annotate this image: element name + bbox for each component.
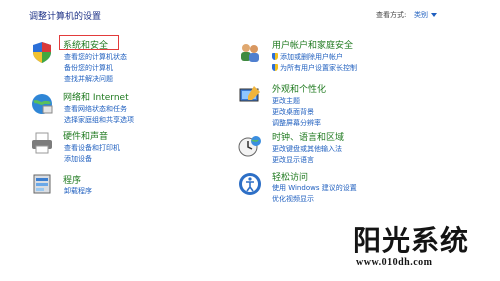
category-title-programs[interactable]: 程序	[63, 173, 81, 186]
uac-shield-icon	[272, 64, 278, 71]
category-title-appearance[interactable]: 外观和个性化	[272, 82, 326, 95]
link-find-fix-problems[interactable]: 查找并解决问题	[64, 74, 113, 84]
link-devices-printers[interactable]: 查看设备和打印机	[64, 143, 120, 153]
link-label[interactable]: 为所有用户设置家长控制	[280, 64, 357, 72]
printer-icon[interactable]	[30, 131, 54, 155]
category-title-clock[interactable]: 时钟、语言和区域	[272, 130, 344, 143]
link-change-theme[interactable]: 更改主题	[272, 96, 300, 106]
appearance-icon[interactable]	[238, 84, 262, 108]
category-title-network[interactable]: 网络和 Internet	[63, 90, 129, 103]
link-add-device[interactable]: 添加设备	[64, 154, 92, 164]
link-optimize-display[interactable]: 优化视频显示	[272, 194, 314, 204]
link-uninstall-program[interactable]: 卸载程序	[64, 186, 92, 196]
highlight-box	[59, 35, 119, 50]
link-label[interactable]: 添加或删除用户帐户	[280, 53, 343, 61]
link-change-keyboard[interactable]: 更改键盘或其他输入法	[272, 144, 342, 154]
security-shield-icon[interactable]	[30, 40, 54, 64]
link-view-network-status[interactable]: 查看网络状态和任务	[64, 104, 127, 114]
chevron-down-icon[interactable]	[431, 13, 437, 17]
link-screen-resolution[interactable]: 调整屏幕分辨率	[272, 118, 321, 128]
clock-globe-icon[interactable]	[238, 134, 262, 158]
link-backup-computer[interactable]: 备份您的计算机	[64, 63, 113, 73]
link-desktop-background[interactable]: 更改桌面背景	[272, 107, 314, 117]
link-recommended-settings[interactable]: 使用 Windows 建议的设置	[272, 183, 357, 193]
category-title-hardware[interactable]: 硬件和声音	[63, 129, 108, 142]
page-title: 调整计算机的设置	[29, 12, 102, 22]
watermark-url: www.010dh.com	[356, 257, 433, 268]
link-parental-controls[interactable]: 为所有用户设置家长控制	[272, 63, 357, 73]
link-view-computer-status[interactable]: 查看您的计算机状态	[64, 52, 127, 62]
category-title-ease[interactable]: 轻松访问	[272, 170, 308, 183]
programs-icon[interactable]	[30, 172, 54, 196]
watermark-brand: 阳光系统	[353, 224, 470, 257]
view-by-label: 查看方式:	[376, 11, 407, 19]
uac-shield-icon	[272, 53, 278, 60]
link-change-language[interactable]: 更改显示语言	[272, 155, 314, 165]
accessibility-icon[interactable]	[238, 172, 262, 196]
view-by-dropdown[interactable]: 类别	[414, 10, 428, 20]
users-icon[interactable]	[238, 40, 262, 64]
link-add-remove-users[interactable]: 添加或删除用户帐户	[272, 52, 343, 62]
link-homegroup-sharing[interactable]: 选择家庭组和共享选项	[64, 115, 134, 125]
category-title-user-accounts[interactable]: 用户帐户和家庭安全	[272, 38, 353, 51]
network-globe-icon[interactable]	[30, 92, 54, 116]
